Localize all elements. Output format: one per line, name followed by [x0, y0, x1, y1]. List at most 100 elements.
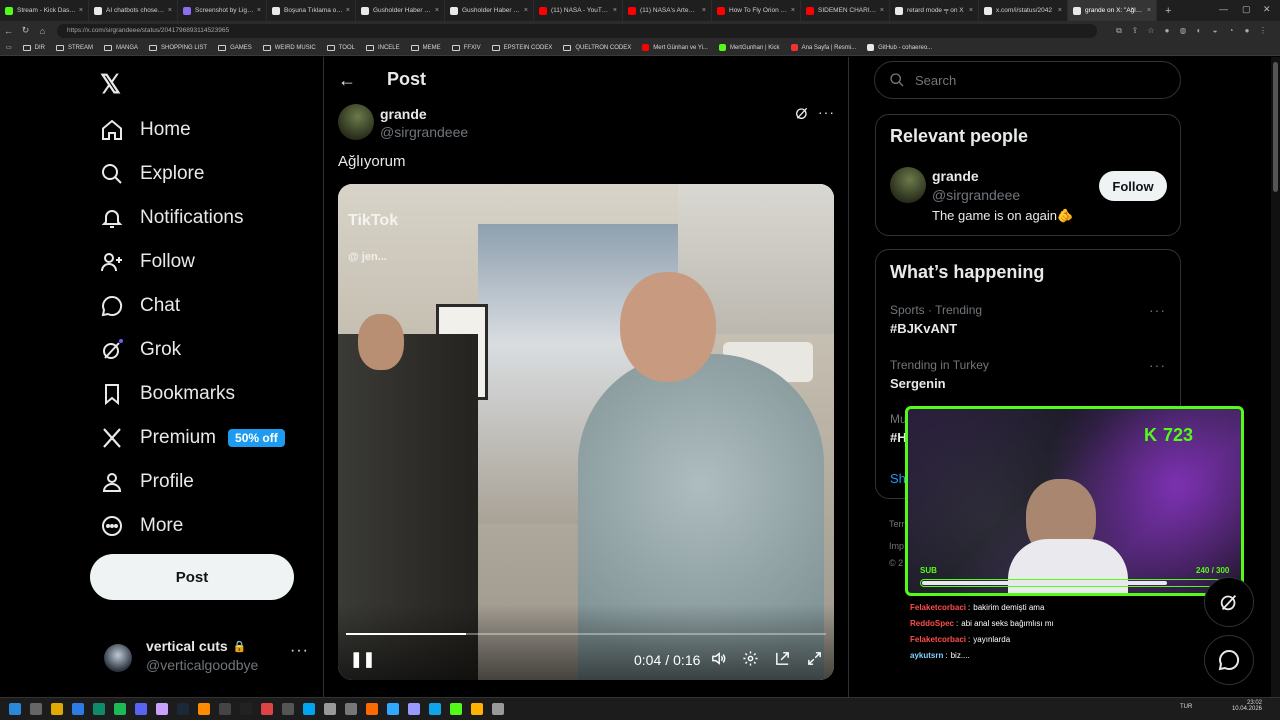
share-icon[interactable]: ⇪ [1127, 26, 1143, 36]
close-tab-icon[interactable]: × [880, 7, 884, 14]
translate-icon[interactable]: ⧉ [1111, 26, 1127, 36]
bookmark-link[interactable]: GitHub - cohaereo... [867, 44, 932, 51]
nav-premium[interactable]: Premium 50% off [100, 423, 285, 453]
browser-tab[interactable]: grande on X: "Ağlıyorum"× [1068, 0, 1157, 21]
taskbar-app-icon[interactable] [135, 703, 147, 715]
taskbar-app-icon[interactable] [177, 703, 189, 715]
nav-grok[interactable]: Grok [100, 335, 181, 365]
trend-more-icon[interactable]: ··· [1149, 357, 1166, 373]
close-tab-icon[interactable]: × [969, 7, 973, 14]
taskbar-app-icon[interactable] [408, 703, 420, 715]
taskbar-app-icon[interactable] [72, 703, 84, 715]
trend-more-icon[interactable]: ··· [1149, 302, 1166, 318]
author-handle[interactable]: @sirgrandeee [380, 124, 468, 140]
taskbar-app-icon[interactable] [114, 703, 126, 715]
account-more-icon[interactable]: ··· [290, 642, 309, 660]
close-tab-icon[interactable]: × [168, 7, 172, 14]
bookmark-folder[interactable]: MEME [410, 44, 441, 51]
taskbar-app-icon[interactable] [282, 703, 294, 715]
bookmark-folder[interactable]: STREAM [56, 44, 93, 51]
back-arrow-icon[interactable]: ← [338, 70, 356, 91]
bookmark-folder[interactable]: TOOL [326, 44, 355, 51]
close-window-icon[interactable]: ✕ [1263, 4, 1271, 15]
bookmark-folder[interactable]: GAMES [218, 44, 252, 51]
browser-tab[interactable]: Gusholder Haber Bülteni× [445, 0, 534, 21]
bookmark-folder[interactable]: INCELE [365, 44, 400, 51]
nav-home[interactable]: Home [100, 115, 191, 145]
taskbar-app-icon[interactable] [303, 703, 315, 715]
close-tab-icon[interactable]: × [613, 7, 617, 14]
taskbar-app-icon[interactable] [345, 703, 357, 715]
nav-more[interactable]: More [100, 511, 183, 541]
menu-icon[interactable]: ⋮ [1255, 26, 1271, 36]
nav-profile[interactable]: Profile [100, 467, 194, 497]
taskbar-app-icon[interactable] [240, 703, 252, 715]
taskbar-app-icon[interactable] [366, 703, 378, 715]
author-name[interactable]: grande [380, 106, 427, 122]
close-tab-icon[interactable]: × [79, 7, 83, 14]
reload-icon[interactable]: ↻ [17, 25, 34, 36]
browser-tab[interactable]: Gusholder Haber Bülteni× [356, 0, 445, 21]
apps-icon[interactable]: ▭ [6, 44, 12, 51]
person-name[interactable]: grande [932, 168, 979, 184]
taskbar-app-icon[interactable] [387, 703, 399, 715]
footer-link[interactable]: Terr [889, 519, 905, 529]
trend-item[interactable]: Sports · Trending #BJKvANT [890, 303, 982, 336]
taskbar-app-icon[interactable] [93, 703, 105, 715]
close-tab-icon[interactable]: × [257, 7, 261, 14]
browser-tab[interactable]: (11) NASA's Artemis II × [623, 0, 712, 21]
bookmark-link[interactable]: Mert Günhan ve Yi... [642, 44, 708, 51]
nav-chat[interactable]: Chat [100, 291, 180, 321]
grok-chat-button[interactable] [1204, 577, 1254, 627]
extension-icon[interactable]: ◒ [1207, 26, 1223, 36]
home-icon[interactable]: ⌂ [34, 26, 51, 36]
taskbar-app-icon[interactable] [492, 703, 504, 715]
bookmark-folder[interactable]: QUELTRON CODEX [563, 44, 631, 51]
browser-tab[interactable]: Screenshot by Lightshot× [178, 0, 267, 21]
close-tab-icon[interactable]: × [435, 7, 439, 14]
volume-icon[interactable] [710, 650, 727, 672]
browser-tab[interactable]: AI chatbots chose nuclear× [89, 0, 178, 21]
browser-tab[interactable]: retard mode ╤ on X × [890, 0, 979, 21]
scrollbar-thumb[interactable] [1273, 62, 1278, 192]
extension-icon[interactable]: ◐ [1191, 26, 1207, 36]
taskbar-app-icon[interactable] [324, 703, 336, 715]
close-tab-icon[interactable]: × [791, 7, 795, 14]
post-more-icon[interactable]: ··· [818, 104, 835, 120]
taskbar-app-icon[interactable] [450, 703, 462, 715]
account-switcher[interactable]: vertical cuts 🔒 @verticalgoodbye ··· [104, 634, 316, 682]
taskbar-app-icon[interactable] [198, 703, 210, 715]
taskbar-app-icon[interactable] [30, 703, 42, 715]
chat-username[interactable]: Felaketcorbaci [910, 603, 966, 612]
taskbar-app-icon[interactable] [429, 703, 441, 715]
browser-tab[interactable]: x.com/i/status/2042 × [979, 0, 1068, 21]
close-tab-icon[interactable]: × [524, 7, 528, 14]
taskbar-app-icon[interactable] [9, 703, 21, 715]
bookmark-link[interactable]: Ana Sayfa | Resmi... [790, 44, 856, 51]
minimize-icon[interactable]: — [1219, 4, 1228, 14]
footer-link[interactable]: Imp [889, 541, 904, 551]
browser-tab[interactable]: (11) NASA - YouTube × [534, 0, 623, 21]
bookmark-folder[interactable]: DIR [22, 44, 45, 51]
bookmark-link[interactable]: MertGunhan | Kick [718, 44, 780, 51]
profile-avatar[interactable]: ● [1239, 26, 1255, 36]
person-handle[interactable]: @sirgrandeee [932, 187, 1020, 203]
chat-username[interactable]: ReddoSpec [910, 619, 954, 628]
person-avatar[interactable] [890, 167, 926, 203]
chat-username[interactable]: Felaketcorbaci [910, 635, 966, 644]
messages-button[interactable] [1204, 635, 1254, 685]
nav-follow[interactable]: Follow [100, 247, 195, 277]
follow-button[interactable]: Follow [1099, 171, 1167, 201]
chat-username[interactable]: aykutsrn [910, 651, 943, 660]
close-tab-icon[interactable]: × [702, 7, 706, 14]
nav-bookmarks[interactable]: Bookmarks [100, 379, 235, 409]
taskbar-app-icon[interactable] [261, 703, 273, 715]
nav-explore[interactable]: Explore [100, 159, 204, 189]
bookmark-folder[interactable]: MANGA [104, 44, 138, 51]
bookmark-folder[interactable]: SHOPPING LIST [149, 44, 207, 51]
browser-tab[interactable]: SIDEMEN CHARITY MATCH× [801, 0, 890, 21]
close-tab-icon[interactable]: × [1147, 7, 1151, 14]
extension-icon[interactable]: ◔ [1223, 26, 1239, 36]
taskbar-app-icon[interactable] [156, 703, 168, 715]
fullscreen-icon[interactable] [806, 650, 823, 672]
